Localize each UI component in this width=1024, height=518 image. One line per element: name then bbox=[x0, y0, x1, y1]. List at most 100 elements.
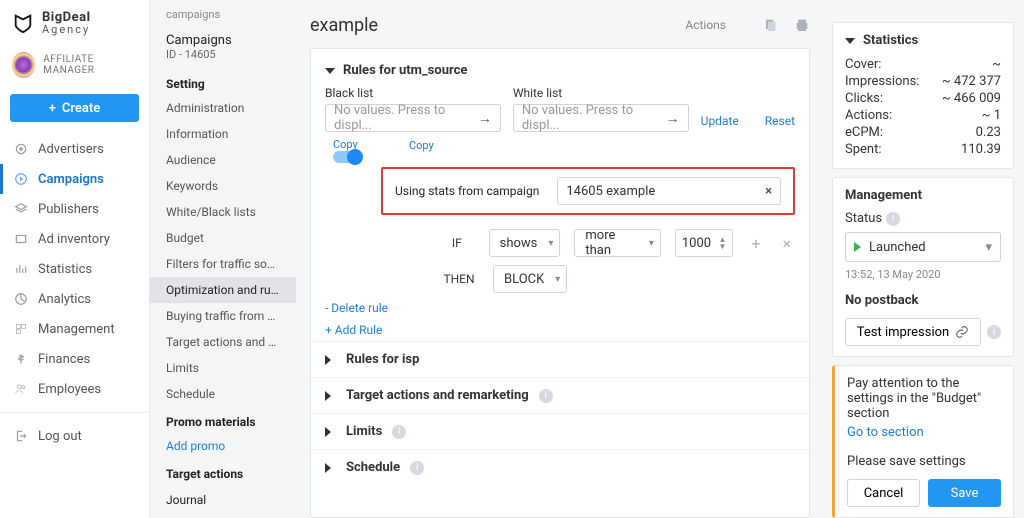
metric-select[interactable]: shows▾ bbox=[489, 229, 561, 257]
nav-label: Campaigns bbox=[38, 172, 104, 187]
nav-label: Management bbox=[38, 322, 115, 337]
stepper-icon[interactable]: ▲▼ bbox=[718, 236, 726, 250]
expand-icon bbox=[325, 355, 336, 365]
campaign-select[interactable]: 14605 example × bbox=[557, 177, 781, 205]
update-link[interactable]: Update bbox=[701, 114, 739, 128]
nav-advertisers[interactable]: Advertisers bbox=[0, 134, 149, 164]
rules-isp[interactable]: Rules for isp bbox=[311, 341, 809, 377]
value-input[interactable]: 1000▲▼ bbox=[675, 229, 734, 257]
sub-audience[interactable]: Audience bbox=[150, 147, 296, 173]
group-requests[interactable]: Request logs bbox=[150, 511, 296, 518]
sub-budget[interactable]: Budget bbox=[150, 225, 296, 251]
nav-publishers[interactable]: Publishers bbox=[0, 194, 149, 224]
sub-filters[interactable]: Filters for traffic sour... bbox=[150, 251, 296, 277]
info-icon[interactable]: i bbox=[410, 461, 424, 475]
sub-keywords[interactable]: Keywords bbox=[150, 173, 296, 199]
breadcrumb[interactable]: campaigns bbox=[150, 8, 296, 27]
group-target[interactable]: Target actions bbox=[150, 459, 296, 485]
play-circle-icon bbox=[14, 172, 28, 186]
status-select[interactable]: Launched ▾ bbox=[845, 232, 1001, 262]
status-label: Status bbox=[845, 211, 882, 226]
action-select[interactable]: BLOCK▾ bbox=[493, 265, 567, 293]
then-label: THEN bbox=[439, 272, 479, 286]
add-condition[interactable]: + bbox=[747, 234, 764, 253]
right-panel: Statistics Cover:~ Impressions:~ 472 377… bbox=[824, 0, 1024, 518]
nav-statistics[interactable]: Statistics bbox=[0, 254, 149, 284]
nav-analytics[interactable]: Analytics bbox=[0, 284, 149, 314]
info-icon[interactable]: i bbox=[392, 425, 406, 439]
nav-finances[interactable]: Finances bbox=[0, 344, 149, 374]
print-icon[interactable] bbox=[794, 17, 810, 33]
notice-link[interactable]: Go to section bbox=[847, 425, 1001, 440]
campaign-id: ID - 14605 bbox=[150, 48, 296, 69]
copy-link-2[interactable]: Copy bbox=[409, 139, 434, 152]
copy-toggle[interactable] bbox=[333, 151, 361, 163]
group-journal[interactable]: Journal bbox=[150, 485, 296, 511]
nav-label: Finances bbox=[38, 352, 90, 367]
target-icon bbox=[14, 142, 28, 156]
info-icon[interactable]: i bbox=[886, 212, 900, 226]
sub-add-promo[interactable]: Add promo bbox=[150, 433, 296, 459]
layers-icon bbox=[14, 202, 28, 216]
save-warning: Please save settings bbox=[847, 454, 1001, 469]
rules-utm-title[interactable]: Rules for utm_source bbox=[311, 59, 809, 86]
nav-management[interactable]: Management bbox=[0, 314, 149, 344]
placeholder: No values. Press to displ... bbox=[334, 103, 472, 133]
create-label: Create bbox=[62, 101, 100, 116]
sub-administration[interactable]: Administration bbox=[150, 95, 296, 121]
play-icon bbox=[854, 242, 861, 252]
expand-icon bbox=[325, 391, 336, 401]
sub-information[interactable]: Information bbox=[150, 121, 296, 147]
black-list-input[interactable]: No values. Press to displ... → bbox=[325, 104, 501, 132]
actions-menu[interactable]: Actions bbox=[685, 18, 726, 32]
sub-limits[interactable]: Limits bbox=[150, 355, 296, 381]
remove-condition[interactable]: × bbox=[778, 234, 795, 253]
subnav-title: Campaigns bbox=[150, 27, 296, 48]
test-impression-button[interactable]: Test impression bbox=[845, 318, 981, 346]
nav-employees[interactable]: Employees bbox=[0, 374, 149, 404]
create-button[interactable]: + Create bbox=[10, 94, 139, 122]
delete-rule[interactable]: - Delete rule bbox=[311, 297, 809, 319]
stat-impressions: Impressions:~ 472 377 bbox=[845, 73, 1001, 90]
nav-logout[interactable]: Log out bbox=[0, 421, 149, 451]
section-target-actions[interactable]: Target actions and remarketing i bbox=[311, 377, 809, 413]
copy-icon[interactable] bbox=[762, 17, 778, 33]
sub-target-actions[interactable]: Target actions and re... bbox=[150, 329, 296, 355]
save-button[interactable]: Save bbox=[928, 479, 1001, 507]
white-list-input[interactable]: No values. Press to displ... → bbox=[513, 104, 689, 132]
sub-schedule[interactable]: Schedule bbox=[150, 381, 296, 407]
brand-logo-icon bbox=[12, 12, 34, 34]
arrow-right-icon: → bbox=[666, 110, 680, 127]
stats-icon bbox=[14, 262, 28, 276]
section-schedule[interactable]: Schedule i bbox=[311, 449, 809, 485]
sub-optimization[interactable]: Optimization and rules bbox=[150, 277, 296, 303]
rules-panel: Rules for utm_source Black list No value… bbox=[310, 48, 810, 518]
reset-link[interactable]: Reset bbox=[765, 114, 795, 128]
add-rule[interactable]: + Add Rule bbox=[311, 319, 809, 341]
nav-label: Statistics bbox=[38, 262, 92, 277]
stat-spent: Spent:110.39 bbox=[845, 141, 1001, 158]
nav-ad-inventory[interactable]: Ad inventory bbox=[0, 224, 149, 254]
expand-icon bbox=[325, 463, 336, 473]
main: example Actions Rules for utm_source Bla… bbox=[296, 0, 824, 518]
page-title: example bbox=[310, 15, 685, 36]
user-role: AFFILIATE MANAGER bbox=[43, 54, 137, 76]
sub-whiteblack[interactable]: White/Black lists bbox=[150, 199, 296, 225]
dollar-icon bbox=[14, 352, 28, 366]
clear-icon[interactable]: × bbox=[765, 184, 772, 199]
info-icon[interactable]: i bbox=[987, 325, 1001, 339]
collapse-icon bbox=[325, 68, 335, 74]
no-postback: No postback bbox=[845, 293, 1001, 308]
nav-campaigns[interactable]: Campaigns bbox=[0, 164, 149, 194]
cancel-button[interactable]: Cancel bbox=[847, 479, 920, 507]
primary-nav: BigDeal Agency AFFILIATE MANAGER + Creat… bbox=[0, 0, 150, 518]
sub-buying[interactable]: Buying traffic from S... bbox=[150, 303, 296, 329]
operator-select[interactable]: more than▾ bbox=[574, 229, 660, 257]
expand-icon bbox=[325, 427, 336, 437]
section-limits[interactable]: Limits i bbox=[311, 413, 809, 449]
brand-sub: Agency bbox=[42, 23, 91, 36]
group-promo: Promo materials bbox=[150, 407, 296, 433]
info-icon[interactable]: i bbox=[539, 389, 553, 403]
brand: BigDeal Agency bbox=[0, 0, 149, 42]
section-label: Rules for isp bbox=[346, 352, 419, 367]
